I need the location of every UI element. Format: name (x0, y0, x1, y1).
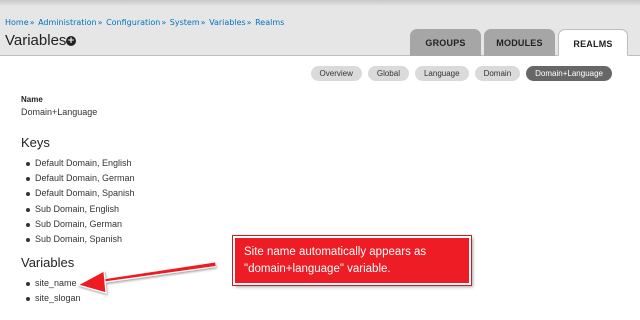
pill-overview[interactable]: Overview (310, 66, 362, 81)
breadcrumb-separator: » (161, 18, 167, 27)
keys-list: Default Domain, English Default Domain, … (26, 156, 135, 247)
breadcrumb-realms[interactable]: Realms (255, 18, 284, 27)
breadcrumb: Home» Administration» Configuration» Sys… (5, 18, 284, 27)
breadcrumb-variables[interactable]: Variables (209, 18, 246, 27)
list-item-site-name: site_name (26, 276, 81, 291)
list-item: Sub Domain, German (26, 217, 135, 232)
page-title: Variables (5, 32, 67, 49)
add-shortcut-icon[interactable]: + (66, 36, 76, 46)
breadcrumb-system[interactable]: System (170, 18, 200, 27)
name-value: Domain+Language (21, 107, 98, 117)
variables-list: site_name site_slogan (26, 276, 81, 306)
list-item: Default Domain, English (26, 156, 135, 171)
breadcrumb-administration[interactable]: Administration (38, 18, 97, 27)
callout-line-2: "domain+language" variable. (244, 263, 391, 275)
pill-domain-language[interactable]: Domain+Language (526, 66, 612, 81)
breadcrumb-configuration[interactable]: Configuration (106, 18, 160, 27)
pill-global[interactable]: Global (367, 66, 409, 81)
tab-groups[interactable]: GROUPS (410, 29, 481, 56)
tab-realms[interactable]: REALMS (558, 29, 628, 56)
pill-language[interactable]: Language (414, 66, 469, 81)
keys-heading: Keys (21, 135, 50, 150)
page-header: Home» Administration» Configuration» Sys… (0, 6, 640, 56)
variables-heading: Variables (21, 255, 75, 270)
annotation-callout: Site name automatically appears as "doma… (233, 236, 471, 285)
name-label: Name (21, 95, 43, 104)
breadcrumb-home[interactable]: Home (5, 18, 29, 27)
callout-line-1: Site name automatically appears as (244, 246, 427, 258)
realm-secondary-tabs: Overview Global Language Domain Domain+L… (310, 66, 612, 81)
tab-modules[interactable]: MODULES (484, 29, 555, 56)
list-item: Default Domain, Spanish (26, 186, 135, 201)
breadcrumb-separator: » (97, 18, 103, 27)
list-item: Sub Domain, Spanish (26, 232, 135, 247)
breadcrumb-separator: » (200, 18, 206, 27)
list-item-site-slogan: site_slogan (26, 291, 81, 306)
pill-domain[interactable]: Domain (474, 66, 521, 81)
list-item: Default Domain, German (26, 171, 135, 186)
breadcrumb-separator: » (29, 18, 35, 27)
primary-tabs: GROUPS MODULES REALMS (410, 29, 628, 56)
breadcrumb-separator: » (246, 18, 252, 27)
list-item: Sub Domain, English (26, 202, 135, 217)
